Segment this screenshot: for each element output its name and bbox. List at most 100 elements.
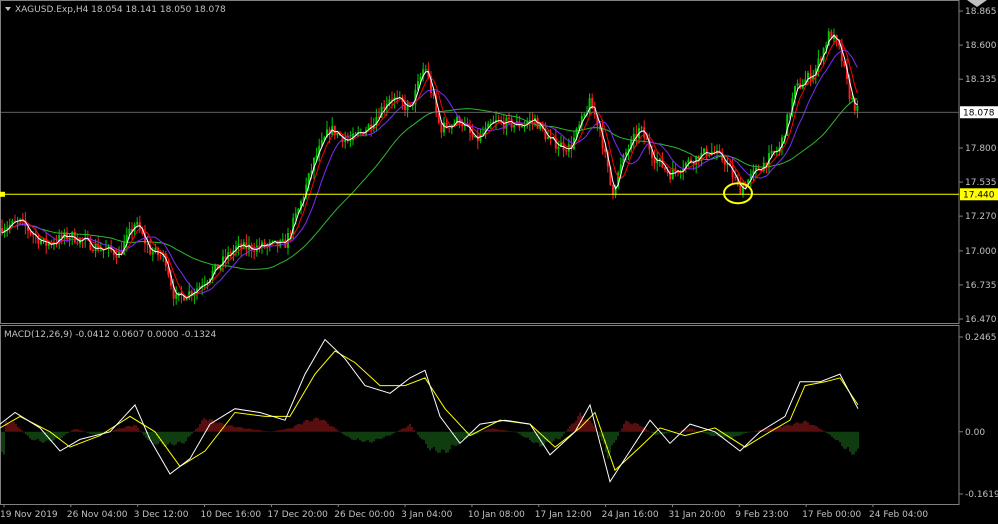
candle-body: [136, 222, 139, 225]
trading-chart[interactable]: 18.865 18.600 18.335 17.800 17.535 17.270 17.0…: [0, 0, 998, 521]
histogram-bar: [249, 428, 251, 432]
chevron-down-icon[interactable]: [5, 7, 11, 11]
histogram-bar: [173, 431, 175, 446]
histogram-bar: [485, 429, 487, 432]
histogram-bar: [703, 431, 705, 434]
x-tick-label: 17 Dec 20:00: [267, 510, 328, 520]
histogram-bar: [237, 427, 239, 432]
histogram-bar: [525, 431, 527, 438]
histogram-bar: [851, 431, 853, 455]
histogram-bar: [457, 431, 459, 445]
histogram-bar: [121, 428, 123, 432]
histogram-bar: [327, 423, 329, 432]
histogram-bar: [199, 424, 201, 432]
histogram-bar: [805, 420, 807, 432]
histogram-bar: [409, 424, 411, 432]
candle-body: [448, 127, 451, 129]
chart-header: XAGUSD.Exp,H4 18.054 18.141 18.050 18.07…: [4, 5, 226, 340]
histogram-bar: [597, 431, 599, 433]
histogram-bar: [341, 431, 343, 434]
y-tick-label: 17.000: [965, 247, 997, 257]
candle-body: [294, 213, 297, 219]
candle-body: [851, 98, 854, 100]
candle-body: [151, 252, 154, 255]
histogram-bar: [507, 430, 509, 432]
histogram-bar: [267, 431, 269, 432]
chart-svg[interactable]: 18.865 18.600 18.335 17.800 17.535 17.270 17.0…: [0, 0, 998, 521]
histogram-bar: [399, 429, 401, 432]
histogram-bar: [765, 428, 767, 432]
histogram-bar: [135, 425, 137, 432]
histogram-bar: [379, 431, 381, 440]
histogram-bar: [215, 423, 217, 432]
histogram-bar: [33, 431, 35, 441]
histogram-bar: [645, 428, 647, 432]
histogram-bar: [73, 429, 75, 432]
histogram-bar: [719, 431, 721, 438]
histogram-bar: [287, 428, 289, 432]
histogram-bar: [685, 429, 687, 432]
histogram-bar: [395, 431, 397, 433]
histogram-bar: [393, 431, 395, 434]
histogram-bar: [751, 431, 753, 432]
histogram-bar: [679, 430, 681, 432]
histogram-bar: [257, 429, 259, 432]
histogram-bar: [521, 431, 523, 436]
histogram-bar: [785, 424, 787, 432]
histogram-bar: [319, 420, 321, 432]
histogram-bar: [25, 431, 27, 435]
histogram-bar: [251, 429, 253, 432]
x-tick-label: 3 Jan 04:00: [401, 510, 453, 520]
candle-body: [640, 127, 643, 129]
histogram-bar: [297, 423, 299, 432]
histogram-bar: [183, 431, 185, 444]
histogram-bar: [821, 429, 823, 432]
histogram-bar: [755, 430, 757, 432]
histogram-bar: [129, 426, 131, 432]
histogram-bar: [619, 431, 621, 433]
histogram-bar: [339, 431, 341, 433]
histogram-bar: [429, 431, 431, 451]
candle-body: [734, 176, 737, 178]
histogram-bar: [99, 431, 101, 435]
histogram-bar: [171, 431, 173, 445]
histogram-bar: [825, 431, 827, 433]
histogram-bar: [571, 423, 573, 432]
top-right-corner: [967, 0, 987, 7]
histogram-bar: [17, 426, 19, 432]
histogram-bar: [639, 425, 641, 432]
candle-body: [99, 249, 102, 251]
histogram-bar: [625, 420, 627, 432]
y-tick-label: 17.270: [965, 212, 997, 222]
histogram-bar: [741, 431, 743, 435]
histogram-bar: [337, 430, 339, 432]
histogram-bar: [53, 431, 55, 441]
signal-line: [0, 350, 859, 472]
histogram-bar: [791, 425, 793, 432]
histogram-bar: [723, 431, 725, 438]
histogram-bar: [385, 431, 387, 436]
histogram-bar: [13, 421, 15, 432]
histogram-bar: [433, 431, 435, 447]
histogram-bar: [403, 428, 405, 432]
histogram-bar: [523, 431, 525, 438]
price-levels[interactable]: [0, 111, 959, 205]
histogram-bar: [167, 431, 169, 445]
histogram-bar: [71, 430, 73, 432]
histogram-bar: [397, 431, 399, 432]
level-handle-icon[interactable]: [0, 191, 5, 197]
histogram-bar: [377, 431, 379, 439]
ma-mid-line: [1, 38, 858, 298]
histogram-bar: [615, 431, 617, 441]
histogram-bar: [479, 431, 481, 433]
histogram-bar: [617, 431, 619, 437]
histogram-bar: [533, 431, 535, 444]
histogram-bar: [587, 418, 589, 432]
histogram-bar: [113, 430, 115, 432]
histogram-bar: [849, 431, 851, 452]
histogram-bar: [811, 425, 813, 432]
current-price-label: 18.078: [963, 108, 995, 118]
histogram-bar: [317, 418, 319, 432]
histogram-bar: [803, 421, 805, 432]
histogram-bar: [77, 429, 79, 432]
